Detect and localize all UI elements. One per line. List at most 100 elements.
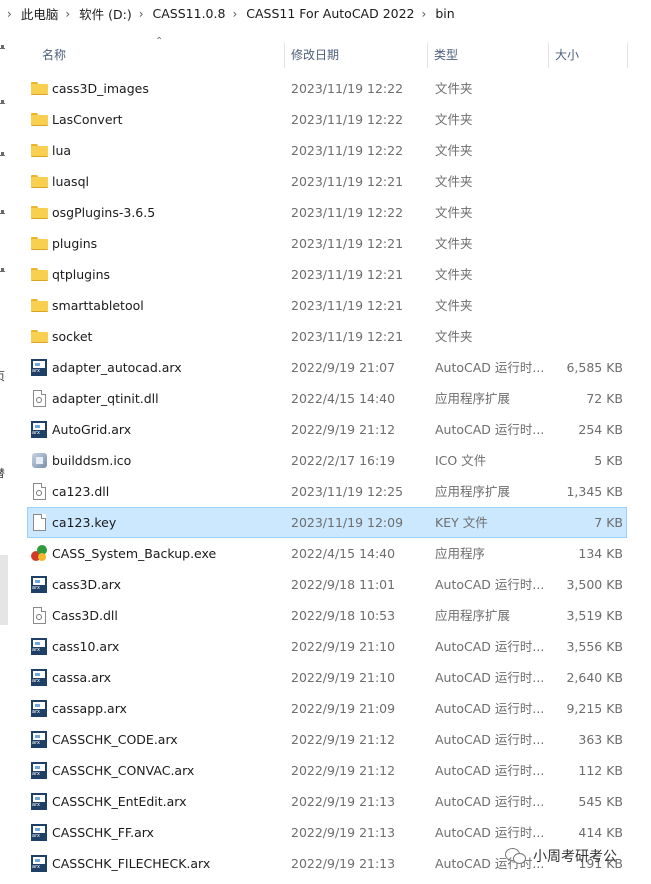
file-row[interactable]: CASS_System_Backup.exe 2022/4/15 14:40 应用程…: [27, 538, 627, 569]
file-icon-cell: [31, 229, 49, 258]
file-name: CASS_System_Backup.exe: [52, 546, 217, 561]
file-name: LasConvert: [52, 112, 123, 127]
nav-item-fragment[interactable]: 替: [0, 465, 5, 481]
file-type: AutoCAD 运行时...: [435, 732, 545, 747]
file-row[interactable]: arx cass10.arx 2022/9/19 21:10 AutoCAD 运行时.…: [27, 631, 627, 662]
column-header-type[interactable]: 类型: [428, 40, 546, 70]
breadcrumb-separator-icon[interactable]: ›: [422, 7, 427, 21]
file-size: [548, 74, 623, 103]
file-modified-date: 2022/9/19 21:10: [291, 639, 396, 654]
file-row[interactable]: arx CASSCHK_FF.arx 2022/9/19 21:13 AutoCAD …: [27, 817, 627, 848]
file-type: AutoCAD 运行时...: [435, 825, 545, 840]
file-row[interactable]: arx cassapp.arx 2022/9/19 21:09 AutoCAD 运行时…: [27, 693, 627, 724]
file-type: AutoCAD 运行时...: [435, 422, 545, 437]
pin-icon: [0, 100, 6, 105]
file-modified-date: 2023/11/19 12:21: [291, 236, 404, 251]
file-modified-date: 2022/9/18 11:01: [291, 577, 396, 592]
file-row[interactable]: arx CASSCHK_EntEdit.arx 2022/9/19 21:13 Aut…: [27, 786, 627, 817]
file-row[interactable]: LasConvert 2023/11/19 12:22 文件夹: [27, 104, 627, 135]
file-name: socket: [52, 329, 93, 344]
file-row[interactable]: arx cass3D.arx 2022/9/18 11:01 AutoCAD 运行时.…: [27, 569, 627, 600]
folder-icon: [31, 175, 48, 188]
file-type: 文件夹: [435, 267, 473, 282]
breadcrumb-item[interactable]: 软件 (D:): [79, 4, 132, 23]
file-modified-date: 2023/11/19 12:09: [291, 515, 404, 530]
file-icon-cell: arx: [31, 663, 49, 692]
file-row[interactable]: adapter_qtinit.dll 2022/4/15 14:40 应用程序扩展 7…: [27, 383, 627, 414]
file-row[interactable]: smarttabletool 2023/11/19 12:21 文件夹: [27, 290, 627, 321]
file-modified-date: 2023/11/19 12:22: [291, 81, 404, 96]
file-row[interactable]: luasql 2023/11/19 12:21 文件夹: [27, 166, 627, 197]
file-row[interactable]: Cass3D.dll 2022/9/18 10:53 应用程序扩展 3,519 KB: [27, 600, 627, 631]
file-icon-cell: [31, 198, 49, 227]
nav-selected-item[interactable]: [0, 555, 8, 625]
column-header-row: ⌃ 名称 修改日期 类型 大小: [27, 36, 629, 70]
file-row-selected[interactable]: ca123.key 2023/11/19 12:09 KEY 文件 7 KB: [27, 507, 627, 538]
arx-file-icon: arx: [31, 421, 47, 438]
folder-icon: [31, 82, 48, 95]
file-name: cass3D.arx: [52, 577, 121, 592]
arx-file-icon: arx: [31, 638, 47, 655]
breadcrumb-separator-icon[interactable]: ›: [65, 7, 70, 21]
file-row[interactable]: arx AutoGrid.arx 2022/9/19 21:12 AutoCAD 运行…: [27, 414, 627, 445]
file-row[interactable]: qtplugins 2023/11/19 12:21 文件夹: [27, 259, 627, 290]
file-icon-cell: arx: [31, 725, 49, 754]
file-icon-cell: [31, 74, 49, 103]
file-row[interactable]: arx cassa.arx 2022/9/19 21:10 AutoCAD 运行时..…: [27, 662, 627, 693]
file-icon-cell: [31, 601, 49, 630]
file-row[interactable]: arx adapter_autocad.arx 2022/9/19 21:07 Aut…: [27, 352, 627, 383]
file-modified-date: 2023/11/19 12:22: [291, 112, 404, 127]
file-row[interactable]: arx CASSCHK_CONVAC.arx 2022/9/19 21:12 Auto…: [27, 755, 627, 786]
file-name: adapter_qtinit.dll: [52, 391, 159, 406]
column-divider[interactable]: [627, 42, 628, 68]
file-row[interactable]: socket 2023/11/19 12:21 文件夹: [27, 321, 627, 352]
file-modified-date: 2022/9/19 21:12: [291, 732, 396, 747]
wechat-icon: [505, 848, 527, 864]
breadcrumb-item[interactable]: 此电脑: [21, 4, 59, 23]
file-size: 414 KB: [578, 825, 623, 840]
file-row[interactable]: cass3D_images 2023/11/19 12:22 文件夹: [27, 73, 627, 104]
nav-item-fragment[interactable]: 页: [0, 368, 5, 384]
file-type: AutoCAD 运行时...: [435, 763, 545, 778]
file-size: [548, 291, 623, 320]
column-header-name[interactable]: 名称: [36, 40, 286, 70]
file-row[interactable]: ca123.dll 2023/11/19 12:25 应用程序扩展 1,345 KB: [27, 476, 627, 507]
file-modified-date: 2022/9/19 21:09: [291, 701, 396, 716]
file-row[interactable]: plugins 2023/11/19 12:21 文件夹: [27, 228, 627, 259]
file-icon-cell: arx: [31, 415, 49, 444]
file-name: osgPlugins-3.6.5: [52, 205, 156, 220]
folder-icon: [31, 268, 48, 281]
file-row[interactable]: osgPlugins-3.6.5 2023/11/19 12:22 文件夹: [27, 197, 627, 228]
file-icon-cell: arx: [31, 849, 49, 878]
file-size: [548, 260, 623, 289]
column-header-size[interactable]: 大小: [549, 40, 625, 70]
breadcrumb-item[interactable]: CASS11.0.8: [153, 6, 226, 21]
file-name: adapter_autocad.arx: [52, 360, 182, 375]
file-row[interactable]: arx CASSCHK_CODE.arx 2022/9/19 21:12 AutoCA…: [27, 724, 627, 755]
breadcrumb-separator-icon[interactable]: ›: [232, 7, 237, 21]
dll-file-icon: [33, 390, 46, 407]
file-name: CASSCHK_FILECHECK.arx: [52, 856, 211, 871]
file-modified-date: 2022/9/19 21:12: [291, 422, 396, 437]
file-size: 1,345 KB: [566, 484, 623, 499]
file-name: cass3D_images: [52, 81, 149, 96]
file-row[interactable]: lua 2023/11/19 12:22 文件夹: [27, 135, 627, 166]
breadcrumb-separator-icon[interactable]: ›: [139, 7, 144, 21]
file-row[interactable]: builddsm.ico 2022/2/17 16:19 ICO 文件 5 KB: [27, 445, 627, 476]
file-name: ca123.key: [52, 515, 117, 530]
breadcrumb-item[interactable]: bin: [435, 6, 454, 21]
file-name: CASSCHK_FF.arx: [52, 825, 154, 840]
file-name: cassa.arx: [52, 670, 112, 685]
arx-file-icon: arx: [31, 669, 47, 686]
arx-file-icon: arx: [31, 855, 47, 872]
folder-icon: [31, 206, 48, 219]
file-size: 6,585 KB: [566, 360, 623, 375]
column-header-date[interactable]: 修改日期: [285, 40, 425, 70]
file-modified-date: 2023/11/19 12:21: [291, 298, 404, 313]
file-modified-date: 2023/11/19 12:22: [291, 143, 404, 158]
file-size: [548, 322, 623, 351]
breadcrumb-item[interactable]: CASS11 For AutoCAD 2022: [246, 6, 414, 21]
file-icon-cell: arx: [31, 787, 49, 816]
breadcrumb-separator-icon[interactable]: ›: [7, 7, 12, 21]
file-modified-date: 2023/11/19 12:21: [291, 267, 404, 282]
